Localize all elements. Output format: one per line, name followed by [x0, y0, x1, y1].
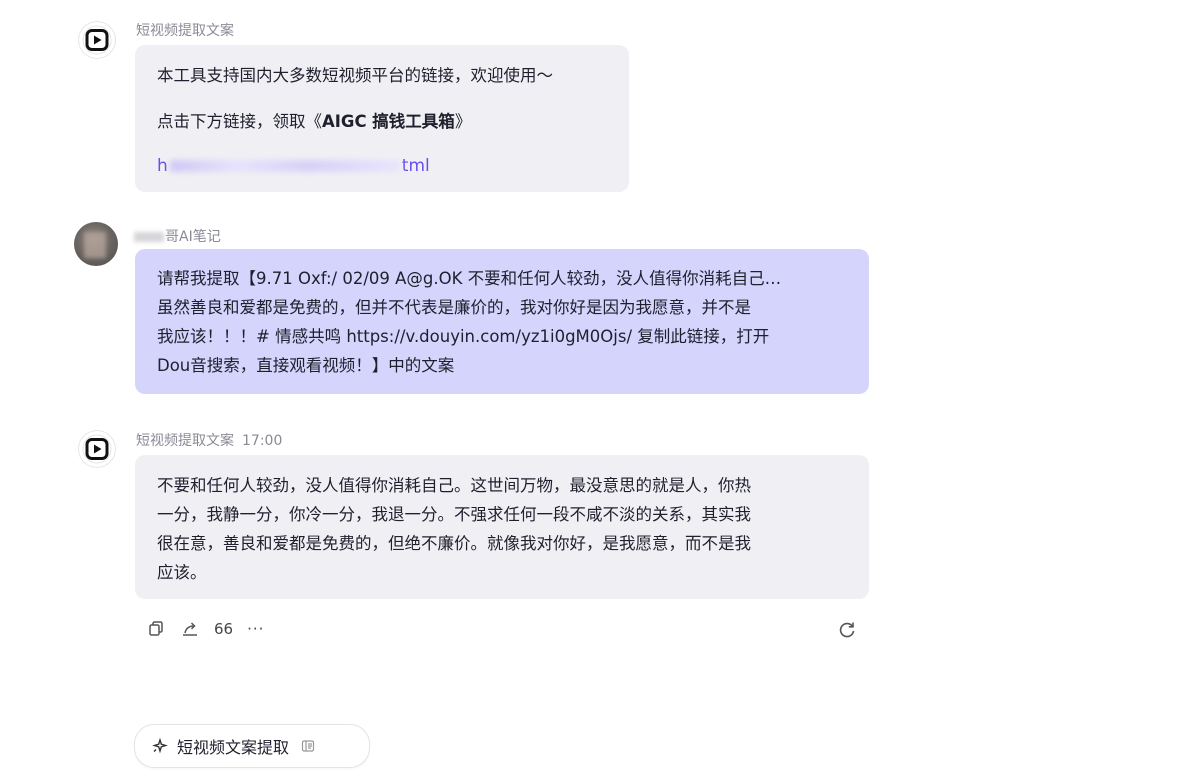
- message-line: Dou音搜索，直接观看视频！】中的文案: [157, 356, 455, 375]
- message-time: 17:00: [242, 433, 283, 449]
- message-line: 应该。: [157, 563, 207, 582]
- message-line: 请帮我提取【9.71 Oxf:/ 02/09 A@g.OK 不要和任何人较劲，没…: [157, 269, 782, 288]
- sender-name: 短视频提取文案 17:00: [136, 433, 283, 449]
- share-icon[interactable]: [180, 619, 200, 639]
- bot-message-bubble: 不要和任何人较劲，没人值得你消耗自己。这世间万物，最没意思的就是人，你热 一分，…: [135, 455, 869, 599]
- promo-title: AIGC 搞钱工具箱: [322, 112, 455, 131]
- regenerate-icon[interactable]: [837, 620, 857, 640]
- bot-avatar[interactable]: [79, 431, 115, 467]
- sender-name: 短视频提取文案: [136, 23, 234, 39]
- play-icon: [82, 25, 112, 55]
- more-icon[interactable]: ···: [247, 620, 264, 638]
- user-sender-name: 哥AI笔记: [134, 226, 221, 246]
- user-avatar[interactable]: [74, 222, 118, 266]
- sparkle-icon: [151, 737, 169, 755]
- panel-icon: [301, 739, 315, 753]
- message-line: 不要和任何人较劲，没人值得你消耗自己。这世间万物，最没意思的就是人，你热: [157, 476, 751, 495]
- message-action-bar: 66 ···: [146, 619, 264, 639]
- message-line: 虽然善良和爱都是免费的，但并不代表是廉价的，我对你好是因为我愿意，并不是: [157, 298, 751, 317]
- skill-chip[interactable]: 短视频文案提取: [134, 724, 370, 768]
- message-line: 我应该！！！# 情感共鸣 https://v.douyin.com/yz1i0g…: [157, 327, 770, 346]
- quote-button[interactable]: 66: [214, 620, 233, 638]
- copy-icon[interactable]: [146, 619, 166, 639]
- promo-link[interactable]: h tml: [157, 152, 607, 181]
- redacted-url: [169, 160, 400, 172]
- message-line: 很在意，善良和爱都是免费的，但绝不廉价。就像我对你好，是我愿意，而不是我: [157, 534, 751, 553]
- play-icon: [82, 434, 112, 464]
- promo-text: 点击下方链接，领取《AIGC 搞钱工具箱》: [157, 112, 472, 131]
- message-text: 本工具支持国内大多数短视频平台的链接，欢迎使用～: [157, 66, 553, 85]
- skill-chip-label: 短视频文案提取: [177, 738, 290, 757]
- redacted-username: [134, 232, 164, 242]
- bot-message-bubble: 本工具支持国内大多数短视频平台的链接，欢迎使用～ 点击下方链接，领取《AIGC …: [135, 45, 629, 192]
- user-message-bubble: 请帮我提取【9.71 Oxf:/ 02/09 A@g.OK 不要和任何人较劲，没…: [135, 249, 869, 394]
- message-line: 一分，我静一分，你冷一分，我退一分。不强求任何一段不咸不淡的关系，其实我: [157, 505, 751, 524]
- bot-avatar[interactable]: [79, 22, 115, 58]
